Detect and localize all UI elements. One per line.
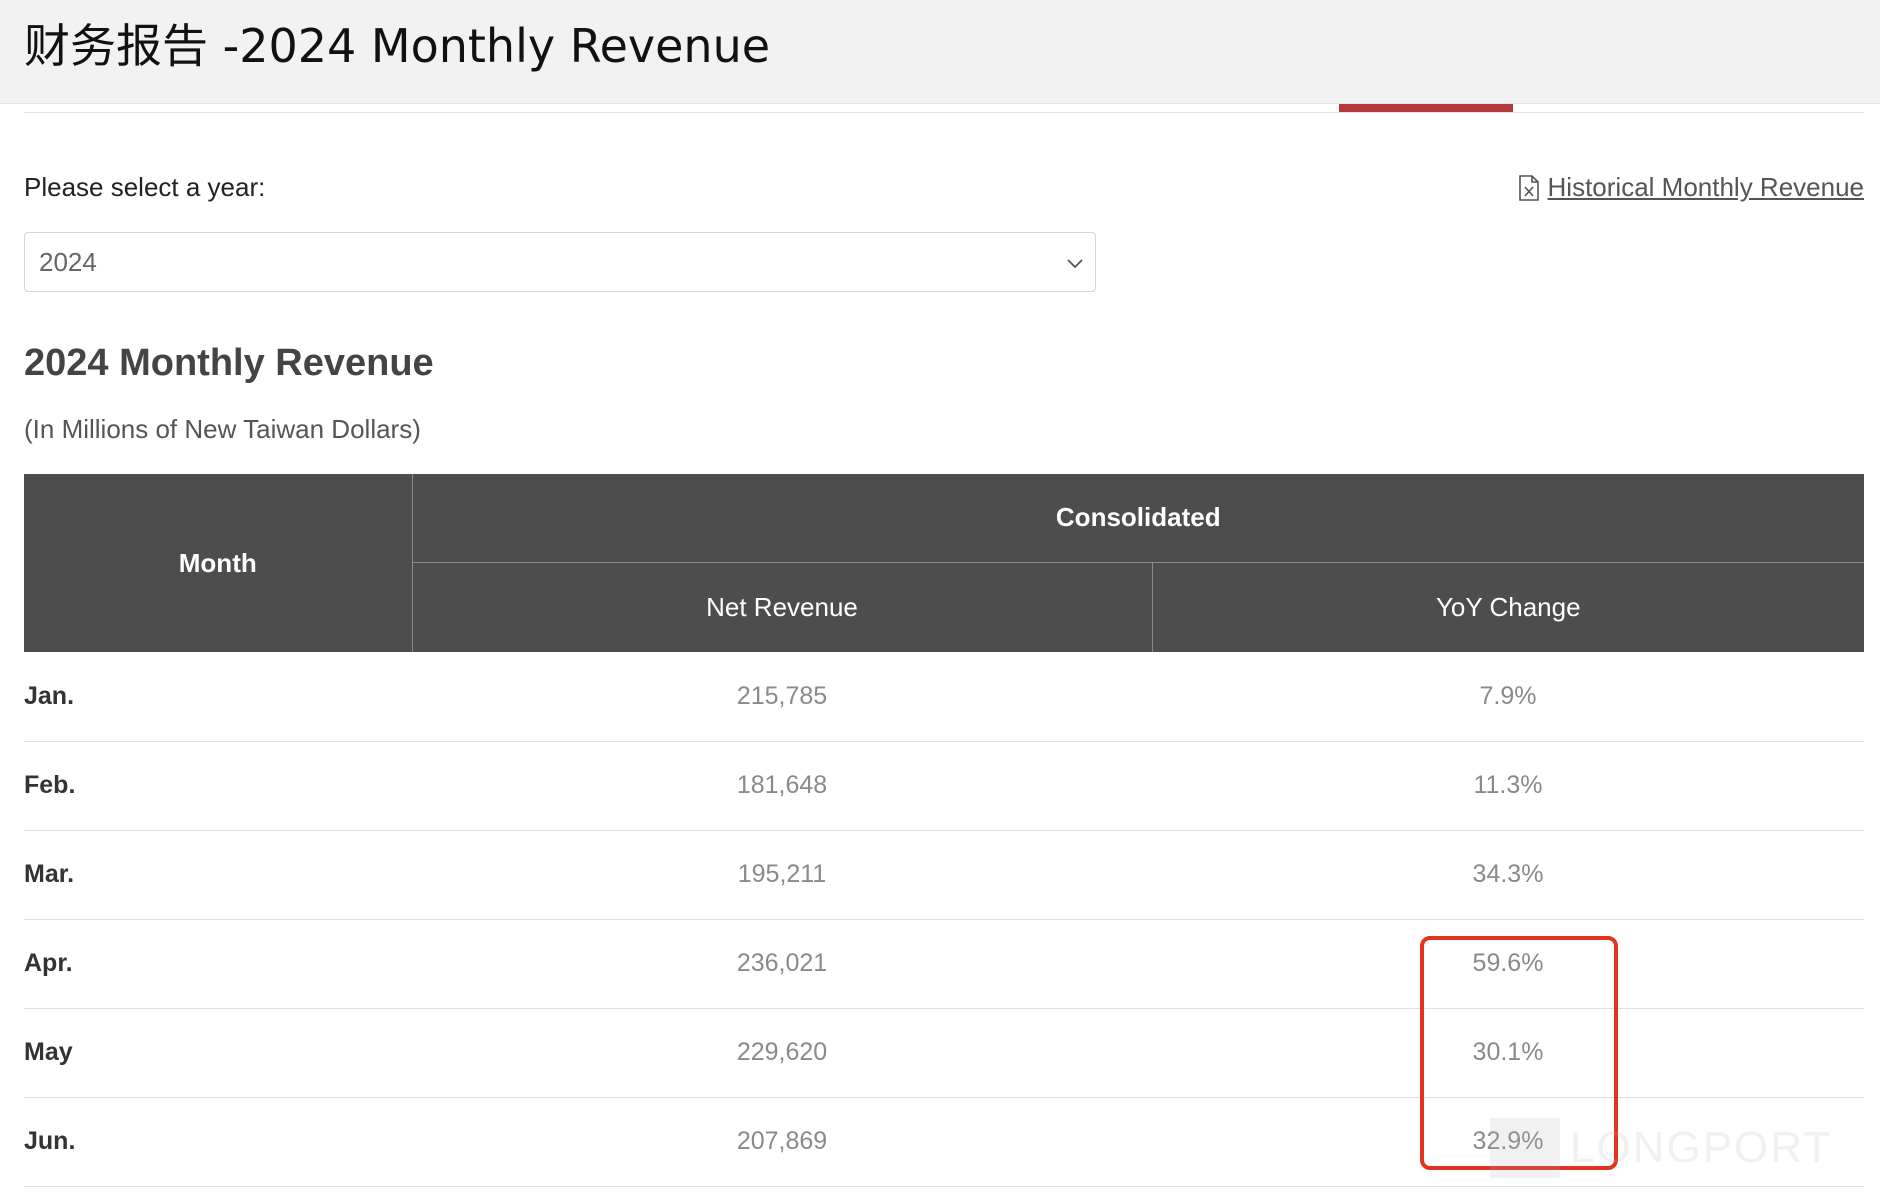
historical-revenue-link-label[interactable]: Historical Monthly Revenue xyxy=(1548,172,1864,203)
month-cell: Jan. xyxy=(24,652,412,742)
table-row: Feb. 181,648 11.3% xyxy=(24,741,1864,831)
table-row: Jan. 215,785 7.9% xyxy=(24,652,1864,742)
top-bar: 财务报告 -2024 Monthly Revenue xyxy=(0,0,1880,104)
watermark-logo-icon xyxy=(1490,1118,1560,1178)
section-title: 2024 Monthly Revenue xyxy=(24,342,434,384)
yoy-cell: 34.3% xyxy=(1152,830,1864,920)
month-cell: Mar. xyxy=(24,830,412,920)
net-revenue-cell: 181,648 xyxy=(412,741,1152,831)
yoy-cell: 59.6% xyxy=(1152,919,1864,1009)
month-cell: Feb. xyxy=(24,741,412,831)
month-cell: Apr. xyxy=(24,919,412,1009)
yoy-cell: 11.3% xyxy=(1152,741,1864,831)
net-revenue-header: Net Revenue xyxy=(412,562,1153,652)
table-row: Mar. 195,211 34.3% xyxy=(24,830,1864,920)
revenue-table: Month Consolidated Net Revenue YoY Chang… xyxy=(24,474,1864,1187)
month-header: Month xyxy=(24,474,413,652)
year-select-label: Please select a year: xyxy=(24,172,266,202)
excel-file-icon xyxy=(1518,174,1539,201)
net-revenue-cell: 207,869 xyxy=(412,1097,1152,1187)
month-cell: Jun. xyxy=(24,1097,412,1187)
yoy-cell: 30.1% xyxy=(1152,1008,1864,1098)
month-cell: May xyxy=(24,1008,412,1098)
year-select[interactable]: 2024 xyxy=(24,232,1096,292)
net-revenue-cell: 195,211 xyxy=(412,830,1152,920)
yoy-cell: 7.9% xyxy=(1152,652,1864,742)
net-revenue-cell: 229,620 xyxy=(412,1008,1152,1098)
year-select-value: 2024 xyxy=(39,246,97,277)
yoy-change-header: YoY Change xyxy=(1152,562,1864,652)
net-revenue-cell: 215,785 xyxy=(412,652,1152,742)
watermark: LONGPORT xyxy=(1490,1118,1832,1178)
page-title: 财务报告 -2024 Monthly Revenue xyxy=(24,19,771,73)
divider xyxy=(24,112,1864,113)
table-row: Apr. 236,021 59.6% xyxy=(24,919,1864,1009)
watermark-text: LONGPORT xyxy=(1570,1123,1833,1172)
chevron-down-icon xyxy=(1067,259,1083,269)
active-tab-indicator xyxy=(1339,104,1513,112)
net-revenue-cell: 236,021 xyxy=(412,919,1152,1009)
consolidated-header: Consolidated xyxy=(412,474,1864,563)
table-row: May 229,620 30.1% xyxy=(24,1008,1864,1098)
historical-revenue-link[interactable]: Historical Monthly Revenue xyxy=(1518,172,1864,203)
section-subtitle: (In Millions of New Taiwan Dollars) xyxy=(24,414,421,444)
